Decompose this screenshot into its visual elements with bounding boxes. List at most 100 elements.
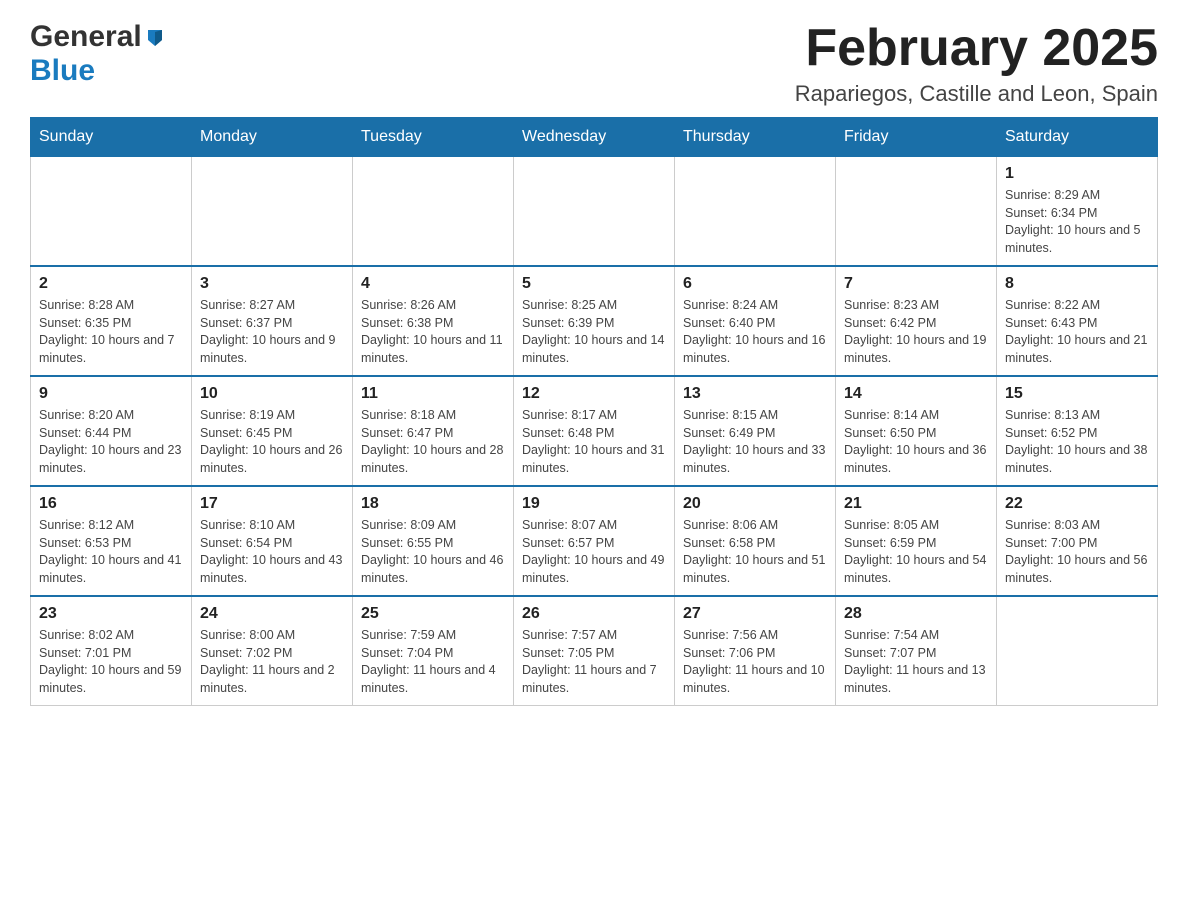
day-info: Sunrise: 8:03 AM Sunset: 7:00 PM Dayligh…: [1005, 517, 1149, 587]
weekday-header-row: SundayMondayTuesdayWednesdayThursdayFrid…: [31, 118, 1158, 157]
calendar-cell: 18 Sunrise: 8:09 AM Sunset: 6:55 PM Dayli…: [353, 486, 514, 596]
day-info: Sunrise: 8:20 AM Sunset: 6:44 PM Dayligh…: [39, 407, 183, 477]
calendar-cell: 22 Sunrise: 8:03 AM Sunset: 7:00 PM Dayli…: [997, 486, 1158, 596]
day-info: Sunrise: 8:07 AM Sunset: 6:57 PM Dayligh…: [522, 517, 666, 587]
calendar-cell: 17 Sunrise: 8:10 AM Sunset: 6:54 PM Dayli…: [192, 486, 353, 596]
calendar-cell: [31, 157, 192, 267]
day-info: Sunrise: 8:00 AM Sunset: 7:02 PM Dayligh…: [200, 627, 344, 697]
day-number: 16: [39, 495, 183, 513]
logo-general-text: General: [30, 20, 142, 54]
title-area: February 2025 Rapariegos, Castille and L…: [795, 20, 1158, 107]
day-info: Sunrise: 8:02 AM Sunset: 7:01 PM Dayligh…: [39, 627, 183, 697]
day-info: Sunrise: 8:22 AM Sunset: 6:43 PM Dayligh…: [1005, 297, 1149, 367]
day-number: 14: [844, 385, 988, 403]
calendar-cell: 20 Sunrise: 8:06 AM Sunset: 6:58 PM Dayli…: [675, 486, 836, 596]
day-number: 6: [683, 275, 827, 293]
day-info: Sunrise: 8:15 AM Sunset: 6:49 PM Dayligh…: [683, 407, 827, 477]
day-number: 11: [361, 385, 505, 403]
calendar-cell: 8 Sunrise: 8:22 AM Sunset: 6:43 PM Daylig…: [997, 266, 1158, 376]
day-info: Sunrise: 8:12 AM Sunset: 6:53 PM Dayligh…: [39, 517, 183, 587]
day-info: Sunrise: 7:54 AM Sunset: 7:07 PM Dayligh…: [844, 627, 988, 697]
day-info: Sunrise: 7:57 AM Sunset: 7:05 PM Dayligh…: [522, 627, 666, 697]
day-number: 17: [200, 495, 344, 513]
day-info: Sunrise: 8:14 AM Sunset: 6:50 PM Dayligh…: [844, 407, 988, 477]
calendar-cell: 12 Sunrise: 8:17 AM Sunset: 6:48 PM Dayli…: [514, 376, 675, 486]
day-number: 15: [1005, 385, 1149, 403]
calendar-cell: [353, 157, 514, 267]
calendar-cell: [997, 596, 1158, 706]
calendar-cell: 4 Sunrise: 8:26 AM Sunset: 6:38 PM Daylig…: [353, 266, 514, 376]
calendar-cell: 11 Sunrise: 8:18 AM Sunset: 6:47 PM Dayli…: [353, 376, 514, 486]
calendar-cell: 19 Sunrise: 8:07 AM Sunset: 6:57 PM Dayli…: [514, 486, 675, 596]
day-info: Sunrise: 8:09 AM Sunset: 6:55 PM Dayligh…: [361, 517, 505, 587]
weekday-header-monday: Monday: [192, 118, 353, 157]
day-number: 4: [361, 275, 505, 293]
day-info: Sunrise: 7:56 AM Sunset: 7:06 PM Dayligh…: [683, 627, 827, 697]
day-info: Sunrise: 8:26 AM Sunset: 6:38 PM Dayligh…: [361, 297, 505, 367]
day-info: Sunrise: 8:10 AM Sunset: 6:54 PM Dayligh…: [200, 517, 344, 587]
calendar-cell: 1 Sunrise: 8:29 AM Sunset: 6:34 PM Daylig…: [997, 157, 1158, 267]
page-header: General Blue February 2025 Rapariegos, C…: [30, 20, 1158, 107]
calendar-week-1: 1 Sunrise: 8:29 AM Sunset: 6:34 PM Daylig…: [31, 157, 1158, 267]
day-number: 27: [683, 605, 827, 623]
calendar-cell: 14 Sunrise: 8:14 AM Sunset: 6:50 PM Dayli…: [836, 376, 997, 486]
calendar-cell: [192, 157, 353, 267]
day-info: Sunrise: 8:27 AM Sunset: 6:37 PM Dayligh…: [200, 297, 344, 367]
logo-arrow-icon: [144, 26, 166, 53]
calendar-cell: 9 Sunrise: 8:20 AM Sunset: 6:44 PM Daylig…: [31, 376, 192, 486]
day-info: Sunrise: 8:25 AM Sunset: 6:39 PM Dayligh…: [522, 297, 666, 367]
day-number: 8: [1005, 275, 1149, 293]
weekday-header-friday: Friday: [836, 118, 997, 157]
day-number: 9: [39, 385, 183, 403]
calendar-cell: 28 Sunrise: 7:54 AM Sunset: 7:07 PM Dayli…: [836, 596, 997, 706]
day-number: 28: [844, 605, 988, 623]
location-title: Rapariegos, Castille and Leon, Spain: [795, 81, 1158, 107]
day-info: Sunrise: 8:29 AM Sunset: 6:34 PM Dayligh…: [1005, 187, 1149, 257]
day-number: 21: [844, 495, 988, 513]
day-number: 22: [1005, 495, 1149, 513]
weekday-header-thursday: Thursday: [675, 118, 836, 157]
day-info: Sunrise: 8:17 AM Sunset: 6:48 PM Dayligh…: [522, 407, 666, 477]
day-info: Sunrise: 8:13 AM Sunset: 6:52 PM Dayligh…: [1005, 407, 1149, 477]
day-number: 18: [361, 495, 505, 513]
calendar-week-3: 9 Sunrise: 8:20 AM Sunset: 6:44 PM Daylig…: [31, 376, 1158, 486]
day-info: Sunrise: 8:18 AM Sunset: 6:47 PM Dayligh…: [361, 407, 505, 477]
weekday-header-saturday: Saturday: [997, 118, 1158, 157]
weekday-header-sunday: Sunday: [31, 118, 192, 157]
calendar-week-2: 2Sunrise: 8:28 AM Sunset: 6:35 PM Daylig…: [31, 266, 1158, 376]
calendar-cell: 21 Sunrise: 8:05 AM Sunset: 6:59 PM Dayli…: [836, 486, 997, 596]
calendar-cell: 25Sunrise: 7:59 AM Sunset: 7:04 PM Dayli…: [353, 596, 514, 706]
calendar-cell: 15 Sunrise: 8:13 AM Sunset: 6:52 PM Dayli…: [997, 376, 1158, 486]
calendar-cell: [514, 157, 675, 267]
day-number: 23: [39, 605, 183, 623]
calendar-cell: 2Sunrise: 8:28 AM Sunset: 6:35 PM Daylig…: [31, 266, 192, 376]
calendar-cell: 5Sunrise: 8:25 AM Sunset: 6:39 PM Daylig…: [514, 266, 675, 376]
calendar-week-5: 23 Sunrise: 8:02 AM Sunset: 7:01 PM Dayli…: [31, 596, 1158, 706]
day-info: Sunrise: 8:19 AM Sunset: 6:45 PM Dayligh…: [200, 407, 344, 477]
calendar-cell: 16 Sunrise: 8:12 AM Sunset: 6:53 PM Dayli…: [31, 486, 192, 596]
calendar-cell: 13Sunrise: 8:15 AM Sunset: 6:49 PM Dayli…: [675, 376, 836, 486]
calendar-cell: 3Sunrise: 8:27 AM Sunset: 6:37 PM Daylig…: [192, 266, 353, 376]
calendar-cell: 7Sunrise: 8:23 AM Sunset: 6:42 PM Daylig…: [836, 266, 997, 376]
day-number: 19: [522, 495, 666, 513]
day-number: 24: [200, 605, 344, 623]
calendar-cell: 10 Sunrise: 8:19 AM Sunset: 6:45 PM Dayli…: [192, 376, 353, 486]
calendar-cell: 6 Sunrise: 8:24 AM Sunset: 6:40 PM Daylig…: [675, 266, 836, 376]
day-number: 12: [522, 385, 666, 403]
calendar-cell: 27 Sunrise: 7:56 AM Sunset: 7:06 PM Dayli…: [675, 596, 836, 706]
day-number: 25: [361, 605, 505, 623]
day-number: 10: [200, 385, 344, 403]
calendar-cell: 23 Sunrise: 8:02 AM Sunset: 7:01 PM Dayli…: [31, 596, 192, 706]
weekday-header-wednesday: Wednesday: [514, 118, 675, 157]
month-title: February 2025: [795, 20, 1158, 77]
logo-blue-text: Blue: [30, 54, 95, 87]
calendar-table: SundayMondayTuesdayWednesdayThursdayFrid…: [30, 117, 1158, 706]
calendar-cell: [675, 157, 836, 267]
day-info: Sunrise: 8:24 AM Sunset: 6:40 PM Dayligh…: [683, 297, 827, 367]
day-info: Sunrise: 8:06 AM Sunset: 6:58 PM Dayligh…: [683, 517, 827, 587]
day-number: 26: [522, 605, 666, 623]
day-info: Sunrise: 8:05 AM Sunset: 6:59 PM Dayligh…: [844, 517, 988, 587]
day-number: 20: [683, 495, 827, 513]
day-number: 1: [1005, 165, 1149, 183]
calendar-week-4: 16 Sunrise: 8:12 AM Sunset: 6:53 PM Dayli…: [31, 486, 1158, 596]
